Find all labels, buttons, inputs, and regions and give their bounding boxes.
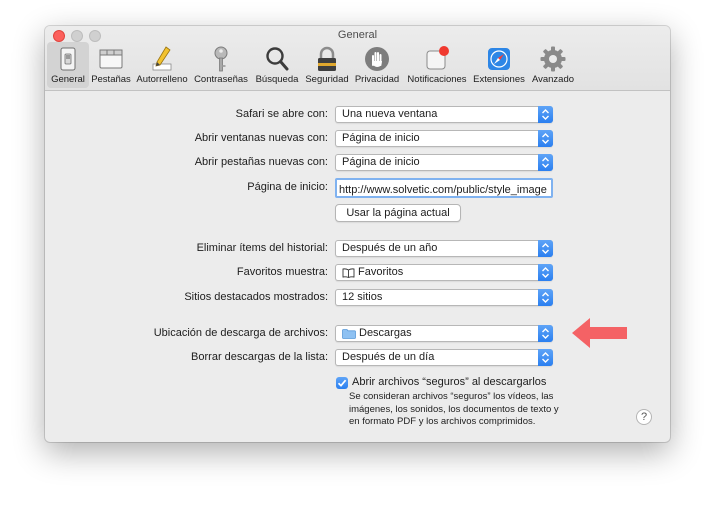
- description-line: Se consideran archivos “seguros” los víd…: [349, 391, 554, 402]
- safari-opens-with-value: Una nueva ventana: [342, 108, 438, 120]
- updown-arrow-icon: [538, 154, 553, 171]
- pencil-icon: [152, 46, 172, 71]
- new-windows-label: Abrir ventanas nuevas con:: [194, 132, 328, 144]
- folder-icon: [342, 329, 356, 339]
- tab-general-label: General: [51, 74, 85, 85]
- top-sites-popup[interactable]: 12 sitios: [335, 289, 553, 306]
- tab-pestanas[interactable]: Pestañas: [89, 42, 133, 88]
- annotation-arrow-icon: [572, 318, 627, 348]
- gear-icon: [540, 46, 566, 72]
- remove-downloads-label: Borrar descargas de la lista:: [191, 351, 328, 363]
- tab-notificaciones[interactable]: Notificaciones: [403, 42, 471, 88]
- book-icon: [342, 268, 355, 278]
- new-windows-value: Página de inicio: [342, 132, 420, 144]
- favorites-shows-popup[interactable]: Favoritos: [335, 264, 553, 281]
- tab-busqueda-label: Búsqueda: [255, 74, 299, 85]
- tab-notificaciones-label: Notificaciones: [407, 74, 467, 85]
- homepage-field[interactable]: [335, 178, 553, 198]
- tab-seguridad[interactable]: Seguridad: [303, 42, 351, 88]
- top-sites-label: Sitios destacados mostrados:: [184, 291, 328, 303]
- preferences-toolbar: General Pestañas Autorrelleno Contraseña…: [45, 42, 670, 88]
- checkmark-icon: [337, 379, 347, 387]
- updown-arrow-icon: [538, 349, 553, 366]
- tab-general[interactable]: General: [47, 42, 89, 88]
- tab-privacidad[interactable]: Privacidad: [351, 42, 403, 88]
- tab-seguridad-label: Seguridad: [305, 74, 349, 85]
- download-location-label: Ubicación de descarga de archivos:: [153, 327, 328, 339]
- open-safe-files-label: Abrir archivos “seguros” al descargarlos: [352, 376, 547, 388]
- updown-arrow-icon: [538, 325, 553, 342]
- download-location-popup[interactable]: Descargas: [335, 325, 553, 342]
- use-current-page-button[interactable]: Usar la página actual: [335, 204, 461, 222]
- tabs-icon: [99, 49, 123, 69]
- top-sites-value: 12 sitios: [342, 291, 383, 303]
- description-line: en formato PDF y los archivos comprimido…: [349, 416, 536, 427]
- tab-autorrelleno-label: Autorrelleno: [136, 74, 188, 85]
- open-safe-files-description: Se consideran archivos “seguros” los víd…: [349, 391, 579, 429]
- safari-opens-with-popup[interactable]: Una nueva ventana: [335, 106, 553, 123]
- preferences-window: General General Pestañas Autorrelleno Co…: [45, 26, 670, 442]
- magnifier-icon: [266, 47, 289, 71]
- tab-contrasenas-label: Contraseñas: [194, 74, 248, 85]
- remove-downloads-value: Después de un día: [342, 351, 435, 363]
- window-title: General: [337, 29, 378, 41]
- description-line: imágenes, los sonidos, los documentos de…: [349, 403, 559, 415]
- hand-icon: [365, 47, 389, 71]
- updown-arrow-icon: [538, 264, 553, 281]
- switch-icon: [60, 47, 76, 71]
- homepage-input[interactable]: [337, 182, 551, 196]
- tab-autorrelleno[interactable]: Autorrelleno: [133, 42, 191, 88]
- tab-extensiones[interactable]: Extensiones: [471, 42, 527, 88]
- remove-history-label: Eliminar ítems del historial:: [196, 242, 328, 254]
- updown-arrow-icon: [538, 106, 553, 123]
- key-icon: [214, 46, 228, 72]
- remove-downloads-popup[interactable]: Después de un día: [335, 349, 553, 366]
- remove-history-popup[interactable]: Después de un año: [335, 240, 553, 257]
- new-tabs-popup[interactable]: Página de inicio: [335, 154, 553, 171]
- tab-extensiones-label: Extensiones: [473, 74, 525, 85]
- notification-icon: [426, 46, 449, 70]
- new-tabs-label: Abrir pestañas nuevas con:: [194, 156, 328, 168]
- padlock-icon: [318, 46, 336, 71]
- tab-avanzado[interactable]: Avanzado: [527, 42, 579, 88]
- updown-arrow-icon: [538, 289, 553, 306]
- titlebar: General General Pestañas Autorrelleno Co…: [45, 26, 670, 91]
- download-location-value: Descargas: [359, 327, 412, 339]
- tab-pestanas-label: Pestañas: [91, 74, 131, 85]
- open-safe-files-checkbox[interactable]: [336, 377, 348, 389]
- safari-opens-with-label: Safari se abre con:: [235, 108, 328, 120]
- tab-privacidad-label: Privacidad: [354, 74, 400, 85]
- favorites-shows-value: Favoritos: [358, 266, 404, 278]
- new-windows-popup[interactable]: Página de inicio: [335, 130, 553, 147]
- new-tabs-value: Página de inicio: [342, 156, 420, 168]
- homepage-label: Página de inicio:: [247, 181, 328, 193]
- tab-contrasenas[interactable]: Contraseñas: [191, 42, 251, 88]
- help-button[interactable]: ?: [636, 409, 652, 425]
- updown-arrow-icon: [538, 240, 553, 257]
- tab-busqueda[interactable]: Búsqueda: [251, 42, 303, 88]
- tab-avanzado-label: Avanzado: [531, 74, 575, 85]
- compass-icon: [488, 48, 510, 70]
- remove-history-value: Después de un año: [342, 242, 438, 254]
- favorites-shows-label: Favoritos muestra:: [236, 266, 328, 278]
- updown-arrow-icon: [538, 130, 553, 147]
